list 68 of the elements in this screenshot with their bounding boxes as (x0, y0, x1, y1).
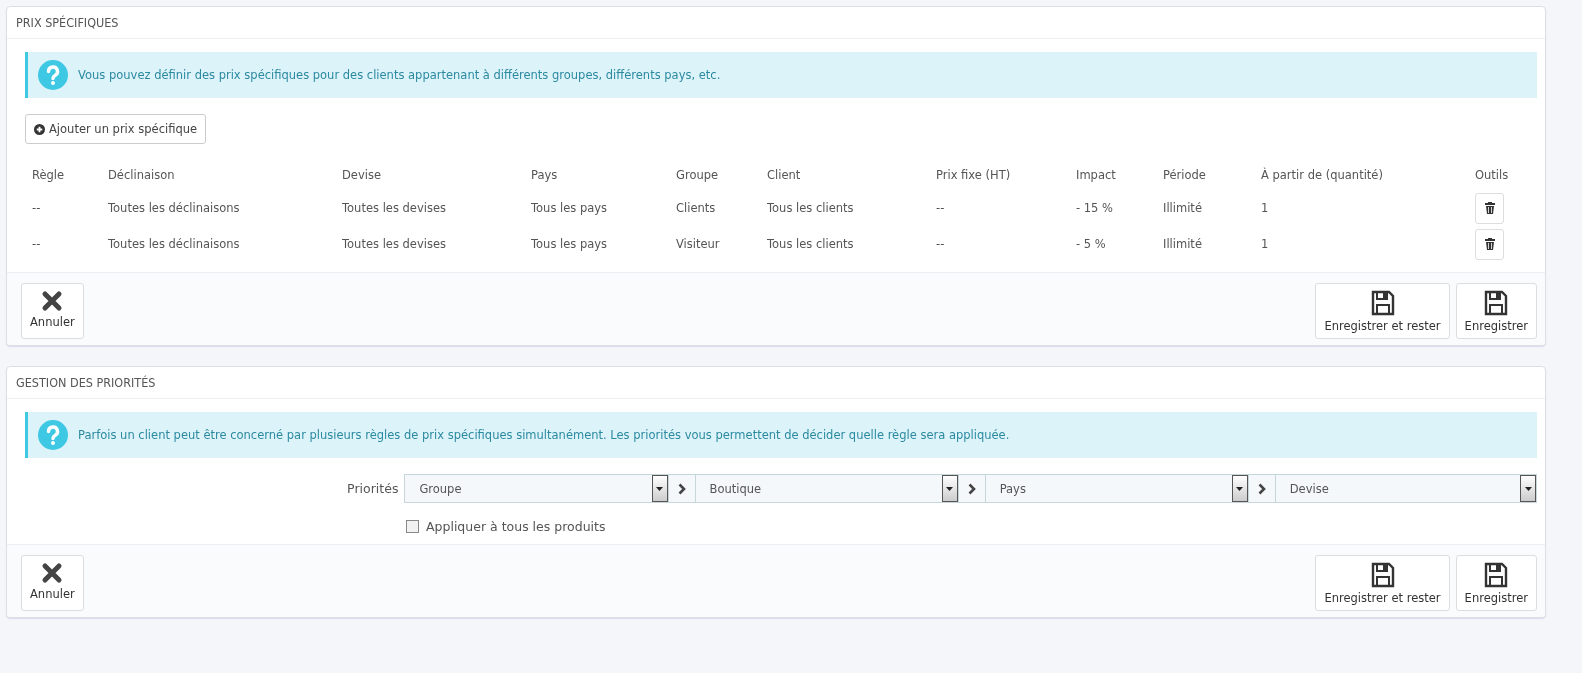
cancel-button[interactable]: Annuler (21, 555, 84, 611)
caret-icon (656, 486, 664, 491)
priority-select[interactable]: Devise (1274, 474, 1538, 503)
caret-icon (1524, 486, 1532, 491)
close-icon (41, 562, 64, 584)
question-icon (38, 60, 68, 90)
column-header: Groupe (675, 167, 720, 184)
table-cell-text: -- (31, 236, 42, 253)
dropdown-button[interactable] (1231, 475, 1248, 502)
table-cell-text: Illimité (1162, 200, 1203, 217)
table-cell-text: Tous les clients (766, 236, 855, 253)
panel-title: GESTION DES PRIORITÉS (7, 367, 1545, 399)
table-cell-text: -- (935, 236, 946, 253)
info-text: Parfois un client peut être concerné par plusieurs règles de prix spécifiques simultanément. Les priorités vous permettent de décider quelle règle sera appliquée. (78, 428, 1010, 442)
priority-select[interactable]: Boutique (694, 474, 959, 503)
caret-icon (1236, 486, 1244, 491)
table-cell-text: Visiteur (675, 236, 721, 253)
column-header: Outils (1474, 167, 1510, 184)
table-cell-text: Tous les pays (530, 200, 609, 217)
chevron-icon (1248, 474, 1275, 503)
table-cell-text: Illimité (1162, 236, 1203, 253)
table-cell-text: Toutes les devises (341, 236, 447, 253)
chevron-icon (958, 474, 985, 503)
table-cell-text: - 5 % (1075, 236, 1107, 253)
column-header: Règle (31, 167, 66, 184)
priority-select[interactable]: Pays (984, 474, 1249, 503)
column-header: Déclinaison (107, 167, 176, 184)
table-cell-text: 1 (1260, 236, 1270, 253)
table-cell-text: -- (31, 200, 42, 217)
column-header: À partir de (quantité) (1260, 166, 1384, 184)
caret-icon (946, 486, 954, 491)
column-header: Impact (1075, 167, 1117, 184)
add-price-button[interactable]: Ajouter un prix spécifique (25, 114, 207, 144)
table-cell-text: Tous les pays (530, 236, 609, 253)
dropdown-button[interactable] (941, 475, 958, 502)
info-text: Vous pouvez définir des prix spécifiques pour des clients appartenant à différents groupes, différents pays, etc. (78, 68, 721, 82)
trash-icon (1484, 202, 1495, 214)
apply-all-checkbox[interactable]: Appliquer à tous les produits (406, 519, 1537, 534)
table-cell-text: Clients (675, 200, 717, 217)
priorities-label: Priorités (346, 481, 400, 496)
table-cell-text: - 15 % (1075, 200, 1115, 217)
table-cell-text: -- (935, 200, 946, 217)
column-header: Devise (341, 167, 382, 184)
dropdown-button[interactable] (651, 475, 668, 502)
close-icon (41, 290, 64, 312)
chevron-icon (668, 474, 695, 503)
save-and-stay-button[interactable]: Enregistrer et rester (1315, 555, 1450, 611)
cancel-button[interactable]: Annuler (21, 283, 84, 339)
dropdown-button[interactable] (1520, 475, 1537, 502)
priority-select[interactable]: Groupe (404, 474, 669, 503)
panel-title: PRIX SPÉCIFIQUES (7, 7, 1545, 39)
save-button[interactable]: Enregistrer (1455, 555, 1537, 611)
table-cell-text: Tous les clients (766, 200, 855, 217)
column-header: Client (766, 167, 802, 184)
trash-icon (1484, 238, 1495, 250)
save-button[interactable]: Enregistrer (1455, 283, 1537, 339)
delete-button[interactable] (1475, 228, 1504, 260)
save-and-stay-button[interactable]: Enregistrer et rester (1315, 283, 1450, 339)
question-icon (38, 420, 68, 450)
table-cell-text: Toutes les déclinaisons (107, 200, 241, 217)
table-cell-text: Toutes les devises (341, 200, 447, 217)
table-cell-text: 1 (1260, 200, 1270, 217)
column-header: Prix fixe (HT) (935, 167, 1012, 184)
column-header: Période (1162, 167, 1207, 184)
plus-circle-icon (34, 123, 45, 135)
column-header: Pays (530, 167, 559, 184)
table-cell-text: Toutes les déclinaisons (107, 236, 241, 253)
delete-button[interactable] (1475, 192, 1504, 224)
